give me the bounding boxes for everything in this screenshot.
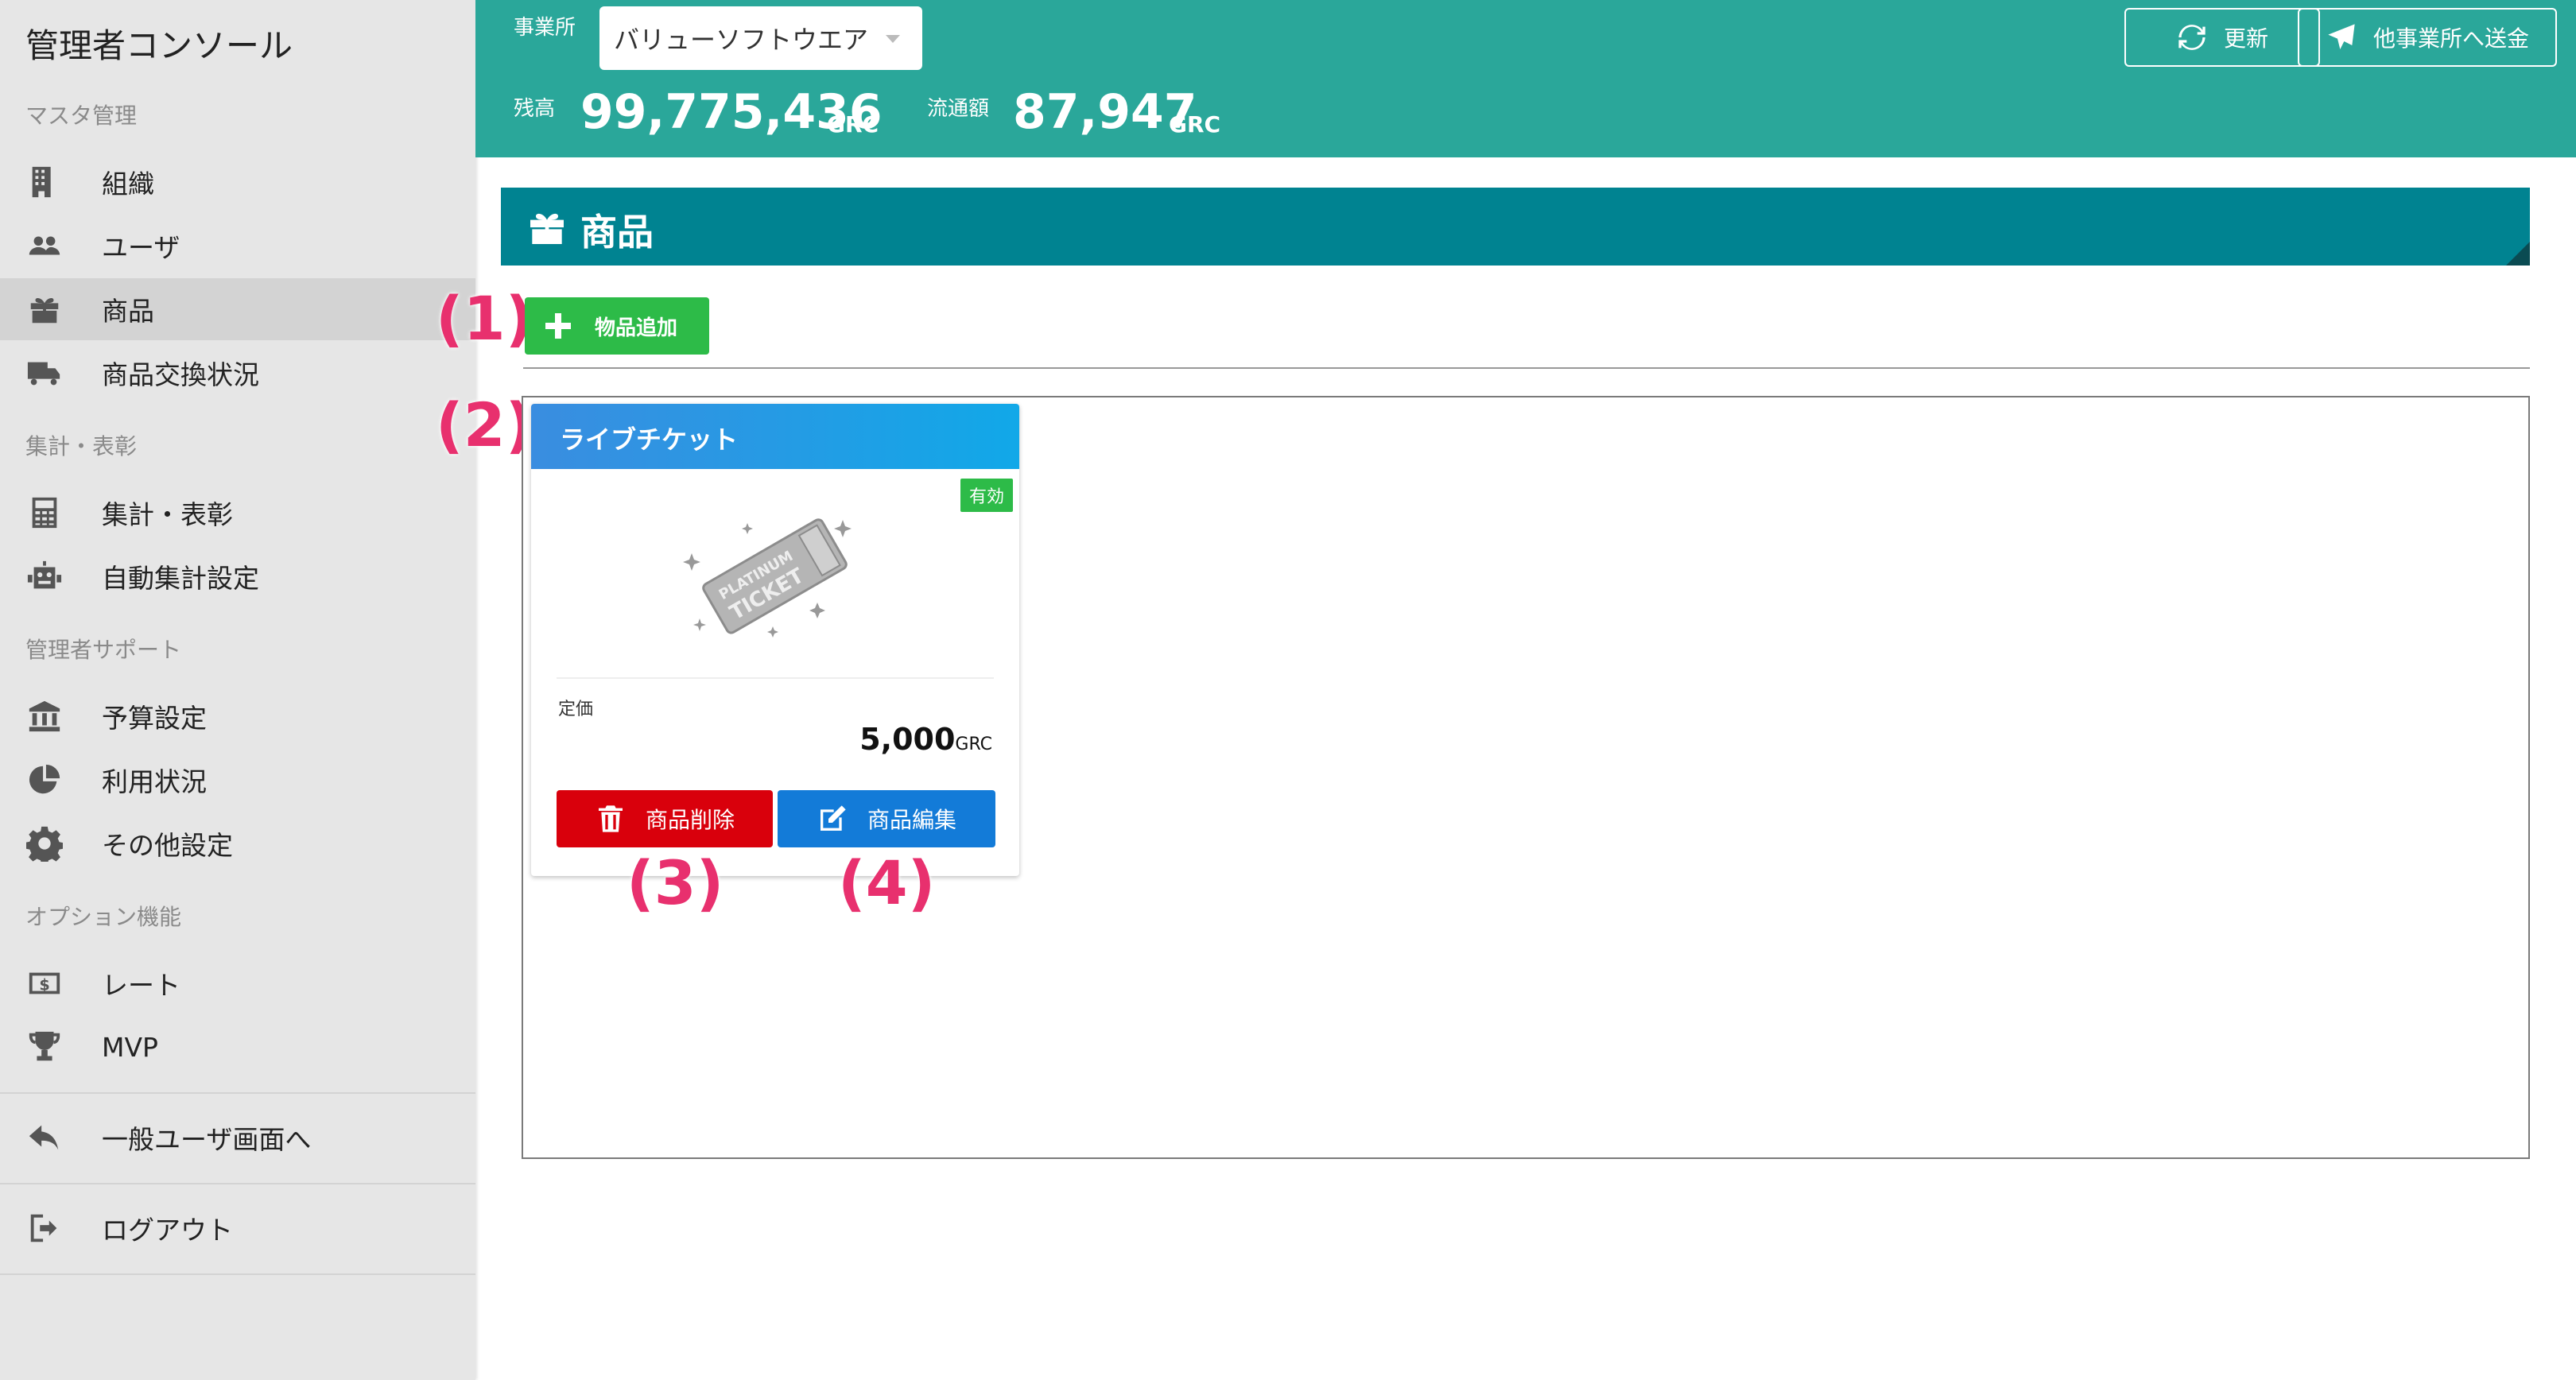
sidebar-item-label: 商品 [102, 296, 154, 327]
sidebar-item-label: レート [102, 970, 180, 1001]
sidebar-item-general-user[interactable]: 一般ユーザ画面へ [0, 1107, 475, 1169]
building-icon [24, 161, 65, 203]
sidebar-item-rate[interactable]: $ レート [0, 952, 475, 1014]
edit-product-button[interactable]: 商品編集 [778, 790, 995, 847]
section-master: マスタ管理 [25, 103, 138, 129]
annotation-marker-2: (2) [436, 390, 533, 460]
sidebar-item-label: 商品交換状況 [102, 359, 259, 390]
section-title-bar: 商品 [501, 188, 2530, 266]
office-select-value: バリューソフトウエア [614, 25, 869, 55]
sidebar-item-label: その他設定 [102, 830, 233, 861]
section-aggregation: 集計・表彰 [25, 433, 138, 459]
sidebar-item-other-settings[interactable]: その他設定 [0, 812, 475, 874]
sidebar-item-label: 組織 [102, 169, 154, 200]
circulation-label: 流通額 [927, 97, 990, 121]
send-to-other-office-button[interactable]: 他事業所へ送金 [2298, 8, 2557, 67]
add-item-label: 物品追加 [595, 316, 678, 340]
price-label: 定価 [558, 700, 594, 719]
sidebar-item-usage[interactable]: 利用状況 [0, 749, 475, 811]
sidebar-item-label: MVP [102, 1031, 158, 1063]
card-divider [557, 677, 994, 679]
section-admin-support: 管理者サポート [25, 637, 182, 663]
logout-icon [24, 1208, 65, 1249]
delete-product-label: 商品削除 [645, 807, 735, 833]
price-value: 5,000GRC [859, 722, 992, 757]
sidebar-item-aggregation[interactable]: 集計・表彰 [0, 482, 475, 544]
gift-icon [24, 289, 65, 330]
product-image: PLATINUM TICKET [683, 518, 852, 638]
sidebar: 管理者コンソール マスタ管理 組織 ユーザ 商品 商品交換状況 集計・表彰 集計… [0, 0, 475, 1380]
status-badge: 有効 [960, 479, 1013, 512]
dollar-icon: $ [24, 963, 65, 1004]
circulation-unit: GRC [1169, 111, 1221, 138]
sidebar-item-mvp[interactable]: MVP [0, 1016, 475, 1078]
refresh-icon [2178, 25, 2206, 50]
office-label: 事業所 [514, 16, 576, 40]
edit-product-label: 商品編集 [867, 807, 956, 833]
send-label: 他事業所へ送金 [2372, 25, 2529, 52]
sidebar-item-logout[interactable]: ログアウト [0, 1197, 475, 1259]
sidebar-item-label: 集計・表彰 [102, 499, 233, 530]
page-title: 商品 [580, 211, 654, 254]
product-card-header: ライブチケット [531, 404, 1019, 469]
sidebar-item-products[interactable]: 商品 [0, 278, 475, 340]
office-select[interactable]: バリューソフトウエア [599, 6, 922, 70]
trophy-icon [24, 1026, 65, 1068]
gear-icon [24, 823, 65, 864]
robot-icon [24, 556, 65, 597]
corner-fold [2506, 242, 2530, 266]
calculator-icon [24, 492, 65, 533]
sidebar-item-label: 利用状況 [102, 766, 207, 797]
header-bar: 事業所 バリューソフトウエア 残高 99,775,436 GRC 流通額 87,… [475, 0, 2576, 157]
sidebar-item-organization[interactable]: 組織 [0, 151, 475, 213]
annotation-marker-1: (1) [436, 283, 533, 354]
truck-icon [24, 352, 65, 393]
sidebar-item-exchange-status[interactable]: 商品交換状況 [0, 342, 475, 404]
product-name: ライブチケット [560, 424, 739, 455]
users-icon [24, 225, 65, 266]
plus-icon [545, 313, 571, 339]
sidebar-divider [0, 1183, 475, 1184]
balance-label: 残高 [514, 97, 556, 121]
annotation-marker-3: (3) [627, 847, 724, 918]
sidebar-item-auto-aggregation[interactable]: 自動集計設定 [0, 545, 475, 607]
paper-plane-icon [2328, 24, 2355, 49]
svg-text:$: $ [39, 976, 49, 994]
annotation-marker-4: (4) [838, 847, 936, 918]
sidebar-item-budget[interactable]: 予算設定 [0, 685, 475, 747]
add-item-button[interactable]: 物品追加 [525, 297, 709, 355]
divider [523, 367, 2530, 369]
edit-icon [820, 805, 846, 831]
sidebar-divider [0, 1092, 475, 1094]
trash-icon [598, 805, 623, 832]
refresh-label: 更新 [2223, 25, 2268, 52]
sidebar-item-label: ログアウト [102, 1215, 233, 1246]
refresh-button[interactable]: 更新 [2124, 8, 2320, 67]
bank-icon [24, 696, 65, 737]
sidebar-item-label: 一般ユーザ画面へ [102, 1124, 312, 1155]
gift-icon [525, 205, 569, 250]
sidebar-item-users[interactable]: ユーザ [0, 215, 475, 277]
sidebar-item-label: 自動集計設定 [102, 563, 259, 594]
pie-chart-icon [24, 759, 65, 800]
product-card: ライブチケット 有効 PLATINUM TICKET 定価 5,000GRC 商… [531, 404, 1019, 876]
price-amount: 5,000 [859, 722, 956, 757]
sidebar-divider [0, 1273, 475, 1275]
sidebar-item-label: ユーザ [102, 232, 180, 263]
app-title: 管理者コンソール [25, 26, 293, 65]
chevron-down-icon [886, 35, 900, 43]
reply-icon [24, 1117, 65, 1158]
price-unit: GRC [955, 735, 992, 754]
section-options: オプション機能 [25, 904, 182, 930]
balance-unit: GRC [827, 111, 879, 138]
delete-product-button[interactable]: 商品削除 [557, 790, 773, 847]
sidebar-item-label: 予算設定 [102, 703, 207, 734]
